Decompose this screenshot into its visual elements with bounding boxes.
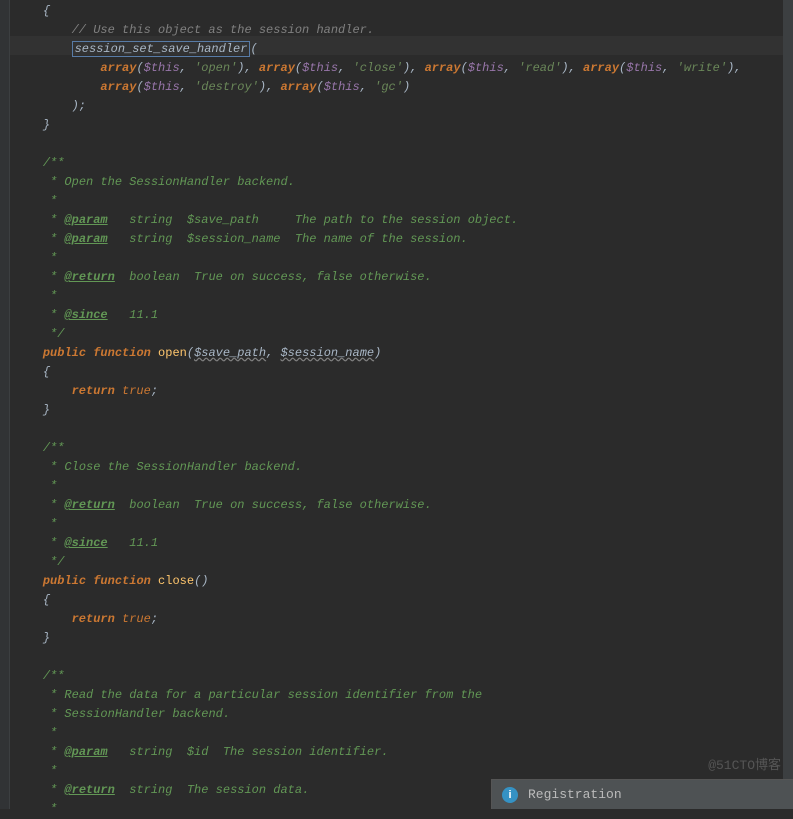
code-line <box>14 648 793 667</box>
code-line: * <box>14 724 793 743</box>
code-editor[interactable]: { // Use this object as the session hand… <box>0 0 793 809</box>
selected-function: session_set_save_handler <box>72 41 251 57</box>
code-line: /** <box>14 667 793 686</box>
code-line: } <box>14 401 793 420</box>
code-line <box>14 420 793 439</box>
code-line: * @since 11.1 <box>14 306 793 325</box>
code-line: * @return boolean True on success, false… <box>14 268 793 287</box>
code-line: array($this, 'destroy'), array($this, 'g… <box>14 78 793 97</box>
code-line: /** <box>14 154 793 173</box>
gutter <box>0 0 10 809</box>
code-line: /** <box>14 439 793 458</box>
code-line: * SessionHandler backend. <box>14 705 793 724</box>
code-line: * @param string $session_name The name o… <box>14 230 793 249</box>
code-line: public function close() <box>14 572 793 591</box>
code-line: { <box>14 363 793 382</box>
code-line: * @since 11.1 <box>14 534 793 553</box>
code-line: array($this, 'open'), array($this, 'clos… <box>14 59 793 78</box>
watermark: @51CTO博客 <box>708 754 781 773</box>
code-line: * Open the SessionHandler backend. <box>14 173 793 192</box>
code-line: * @param string $save_path The path to t… <box>14 211 793 230</box>
code-line: session_set_save_handler( <box>14 40 793 59</box>
code-line: } <box>14 116 793 135</box>
code-line: return true; <box>14 610 793 629</box>
code-line: * <box>14 192 793 211</box>
code-line: * @param string $id The session identifi… <box>14 743 793 762</box>
code-line: } <box>14 629 793 648</box>
code-line: * @return boolean True on success, false… <box>14 496 793 515</box>
code-line: return true; <box>14 382 793 401</box>
code-line: // Use this object as the session handle… <box>14 21 793 40</box>
code-area[interactable]: { // Use this object as the session hand… <box>10 0 793 809</box>
code-line: public function open($save_path, $sessio… <box>14 344 793 363</box>
code-line: * Close the SessionHandler backend. <box>14 458 793 477</box>
code-line: * <box>14 477 793 496</box>
code-line <box>14 135 793 154</box>
info-icon: i <box>502 787 518 803</box>
code-line: * <box>14 249 793 268</box>
code-line: { <box>14 591 793 610</box>
code-line: * Read the data for a particular session… <box>14 686 793 705</box>
code-line: * <box>14 515 793 534</box>
code-line: ); <box>14 97 793 116</box>
code-line: */ <box>14 325 793 344</box>
code-line: * <box>14 287 793 306</box>
code-line: { <box>14 2 793 21</box>
code-line: */ <box>14 553 793 572</box>
notification-text: Registration <box>528 787 622 802</box>
notification-bar[interactable]: i Registration <box>491 779 793 809</box>
